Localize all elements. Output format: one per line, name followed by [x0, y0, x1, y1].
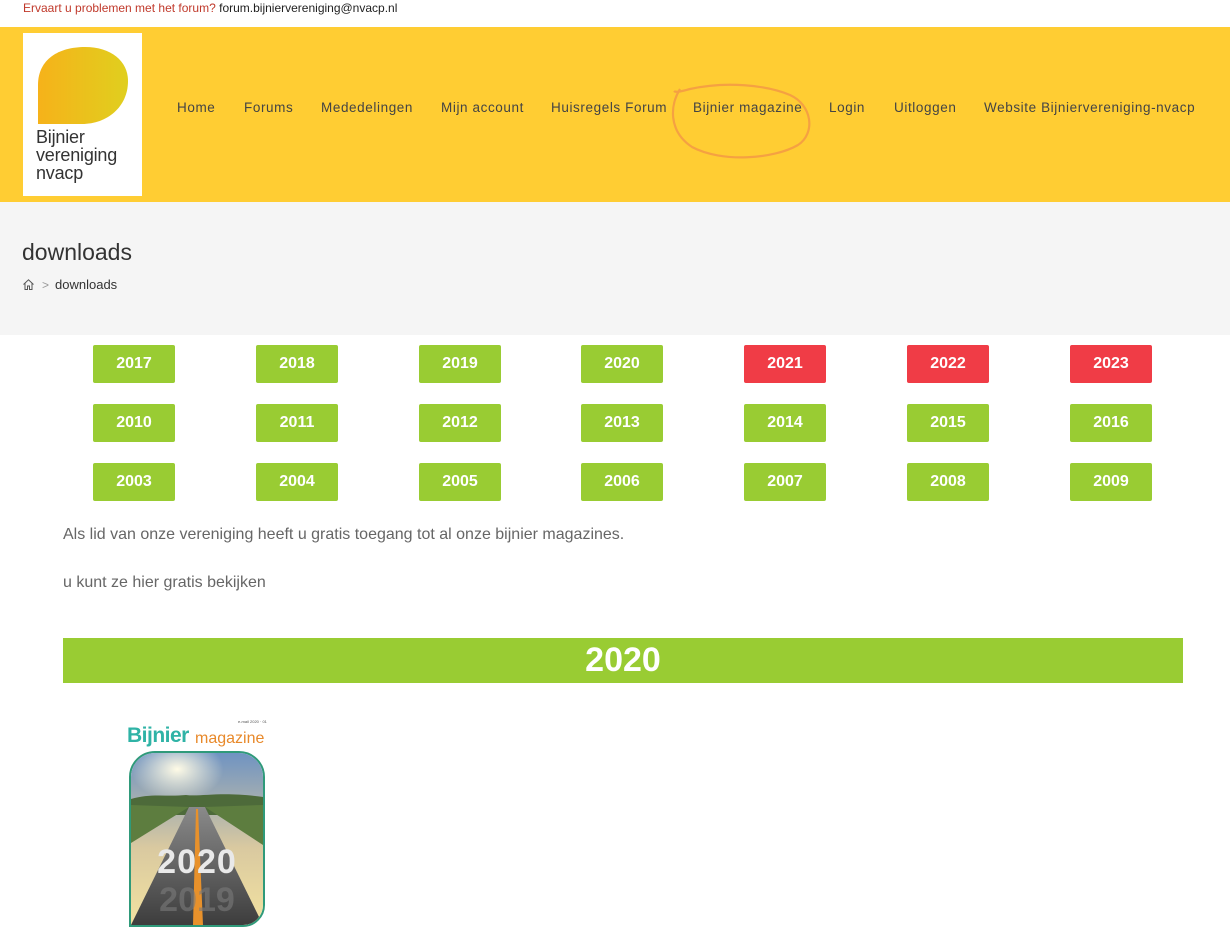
- magazine-cover-2020[interactable]: e-mail 2020 · 01 Bijnier magazine 2020 2…: [96, 704, 294, 927]
- support-email-link[interactable]: forum.bijniervereniging@nvacp.nl: [219, 1, 397, 15]
- page-title-bar: downloads > downloads: [0, 202, 1230, 335]
- logo-line-1: Bijnier: [36, 127, 85, 147]
- magazine-brand-suffix: magazine: [195, 730, 265, 747]
- forum-problem-message: Ervaart u problemen met het forum? forum…: [23, 1, 397, 15]
- top-info-bar: Ervaart u problemen met het forum? forum…: [0, 0, 1230, 27]
- year-button-2015[interactable]: 2015: [907, 404, 989, 442]
- year-button-2022[interactable]: 2022: [907, 345, 989, 383]
- year-button-2017[interactable]: 2017: [93, 345, 175, 383]
- magazine-brand: Bijnier: [127, 724, 189, 747]
- year-button-2019[interactable]: 2019: [419, 345, 501, 383]
- year-button-2010[interactable]: 2010: [93, 404, 175, 442]
- year-button-2011[interactable]: 2011: [256, 404, 338, 442]
- highlight-circle-annotation: [671, 83, 811, 159]
- logo-line-3: nvacp: [36, 163, 84, 183]
- view-free-paragraph: u kunt ze hier gratis bekijken: [63, 574, 266, 591]
- breadcrumb: > downloads: [22, 277, 117, 292]
- year-button-2020[interactable]: 2020: [581, 345, 663, 383]
- year-button-2023[interactable]: 2023: [1070, 345, 1152, 383]
- year-button-2021[interactable]: 2021: [744, 345, 826, 383]
- magazine-issue-label: e-mail 2020 · 01: [238, 719, 267, 724]
- site-logo[interactable]: Bijnier vereniging nvacp: [23, 33, 142, 196]
- site-header: Bijnier vereniging nvacp Home Forums Med…: [0, 27, 1230, 202]
- year-button-2004[interactable]: 2004: [256, 463, 338, 501]
- breadcrumb-separator: >: [42, 277, 50, 292]
- page-title: downloads: [22, 239, 132, 265]
- road-photo-illustration: 2020 2019: [131, 753, 263, 925]
- nav-mededelingen[interactable]: Mededelingen: [321, 100, 413, 115]
- cover-year-text: 2020: [157, 843, 237, 881]
- breadcrumb-current: downloads: [55, 277, 118, 292]
- nav-login[interactable]: Login: [829, 100, 865, 115]
- year-button-2005[interactable]: 2005: [419, 463, 501, 501]
- nav-uitloggen[interactable]: Uitloggen: [894, 100, 956, 115]
- nav-website-bijniervereniging[interactable]: Website Bijniervereniging-nvacp: [984, 100, 1195, 115]
- problem-question: Ervaart u problemen met het forum?: [23, 1, 216, 15]
- year-button-2003[interactable]: 2003: [93, 463, 175, 501]
- magazine-cover-photo: 2020 2019: [129, 751, 265, 927]
- year-button-2018[interactable]: 2018: [256, 345, 338, 383]
- logo-blob-icon: [38, 47, 128, 124]
- nav-huisregels-forum[interactable]: Huisregels Forum: [551, 100, 667, 115]
- nav-mijn-account[interactable]: Mijn account: [441, 100, 524, 115]
- year-button-2012[interactable]: 2012: [419, 404, 501, 442]
- year-section-heading: 2020: [63, 638, 1183, 683]
- home-icon[interactable]: [22, 278, 35, 291]
- year-button-2016[interactable]: 2016: [1070, 404, 1152, 442]
- year-button-2013[interactable]: 2013: [581, 404, 663, 442]
- nav-home[interactable]: Home: [177, 100, 215, 115]
- cover-year-faded-text: 2019: [159, 881, 235, 919]
- logo-line-2: vereniging: [36, 145, 118, 165]
- year-button-2007[interactable]: 2007: [744, 463, 826, 501]
- year-button-2008[interactable]: 2008: [907, 463, 989, 501]
- nav-forums[interactable]: Forums: [244, 100, 293, 115]
- year-button-2009[interactable]: 2009: [1070, 463, 1152, 501]
- intro-paragraph: Als lid van onze vereniging heeft u grat…: [63, 526, 625, 543]
- year-button-2006[interactable]: 2006: [581, 463, 663, 501]
- logo-text: Bijnier vereniging nvacp: [36, 128, 117, 182]
- year-button-2014[interactable]: 2014: [744, 404, 826, 442]
